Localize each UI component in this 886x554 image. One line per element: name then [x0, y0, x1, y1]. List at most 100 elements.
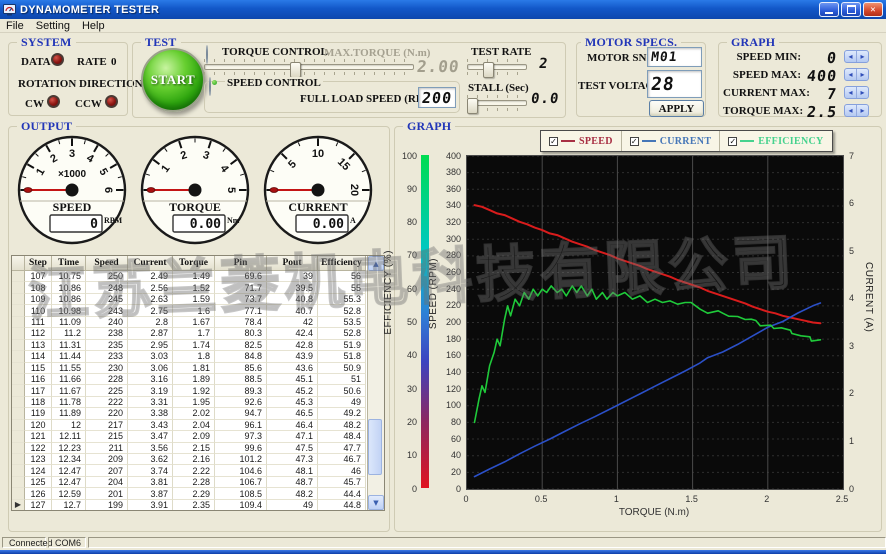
cell-time: 12.59	[52, 488, 86, 499]
table-row[interactable]: 120122173.432.0496.146.448.2	[12, 420, 367, 431]
cell-torque: 2.09	[173, 431, 215, 442]
torque-max-spinner[interactable]: ◂▸	[844, 104, 869, 117]
slider-thumb[interactable]	[290, 62, 301, 78]
column-header-step[interactable]: Step	[25, 256, 52, 271]
spinner-left-arrow-icon[interactable]: ◂	[845, 69, 857, 80]
gauge-pivot	[312, 184, 325, 197]
current-max-label: CURRENT MAX:	[723, 87, 801, 99]
menu-item-setting[interactable]: Setting	[36, 20, 70, 32]
close-button[interactable]: ✕	[863, 2, 883, 17]
legend-checkbox-current[interactable]: ✓	[630, 137, 639, 146]
max-torque-slider[interactable]	[204, 59, 414, 75]
cell-speed: 230	[86, 363, 128, 374]
speed-min-spinner[interactable]: ◂▸	[844, 50, 869, 63]
spinner-left-arrow-icon[interactable]: ◂	[845, 105, 857, 116]
cell-speed: 233	[86, 351, 128, 362]
scroll-down-button[interactable]: ▼	[368, 495, 384, 510]
stall-slider[interactable]	[467, 95, 527, 111]
table-row[interactable]: 10710.752502.491.4969.63956	[12, 271, 367, 282]
cell-torque: 1.52	[173, 282, 215, 293]
column-header-speed[interactable]: Speed	[86, 256, 128, 271]
start-button[interactable]: START	[141, 48, 205, 112]
status-connection: Connected	[2, 537, 46, 548]
cell-current: 3.43	[128, 420, 173, 431]
legend-item-speed[interactable]: ✓ SPEED	[541, 131, 622, 151]
speed-tick-label: 400	[437, 151, 461, 161]
menu-item-file[interactable]: File	[6, 20, 24, 32]
speed-tick-label: 220	[437, 300, 461, 310]
table-row[interactable]: 12612.592013.872.29108.548.244.4	[12, 488, 367, 499]
test-rate-slider[interactable]	[467, 59, 527, 75]
spinner-right-arrow-icon[interactable]: ▸	[857, 51, 868, 62]
column-header-torque[interactable]: Torque	[173, 256, 215, 271]
legend-label: CURRENT	[660, 136, 712, 147]
slider-thumb[interactable]	[467, 98, 478, 114]
table-row[interactable]: 11111.092402.81.6778.44253.5	[12, 317, 367, 328]
legend-checkbox-efficiency[interactable]: ✓	[728, 137, 737, 146]
torque-tick-label: 0	[451, 494, 481, 504]
torque-control-label: TORQUE CONTROL	[222, 46, 328, 58]
legend-item-current[interactable]: ✓ CURRENT	[622, 131, 721, 151]
legend-label: SPEED	[579, 136, 613, 147]
table-row[interactable]: 11611.662283.161.8988.545.151	[12, 374, 367, 385]
cell-current: 3.03	[128, 351, 173, 362]
table-row[interactable]: 11211.22382.871.780.342.452.8	[12, 328, 367, 339]
cell-speed: 199	[86, 500, 128, 510]
speed-max-spinner[interactable]: ◂▸	[844, 68, 869, 81]
apply-button[interactable]: APPLY	[649, 100, 704, 117]
cell-pout: 45.3	[267, 397, 318, 408]
restore-button[interactable]	[841, 2, 861, 17]
table-row[interactable]: 11511.552303.061.8185.643.650.9	[12, 363, 367, 374]
spinner-left-arrow-icon[interactable]: ◂	[845, 51, 857, 62]
column-header-current[interactable]: Current	[128, 256, 173, 271]
current-max-spinner[interactable]: ◂▸	[844, 86, 869, 99]
cell-current: 3.91	[128, 500, 173, 510]
minimize-button[interactable]	[819, 2, 839, 17]
cell-time: 10.86	[52, 294, 86, 305]
speed-control-radio[interactable]	[209, 77, 211, 96]
menu-item-help[interactable]: Help	[82, 20, 105, 32]
table-row[interactable]: 12112.112153.472.0997.347.148.4	[12, 431, 367, 442]
spinner-right-arrow-icon[interactable]: ▸	[857, 105, 868, 116]
spinner-left-arrow-icon[interactable]: ◂	[845, 87, 857, 98]
efficiency-tick-label: 70	[396, 250, 417, 260]
cell-torque: 2.02	[173, 408, 215, 419]
motor-sn-input[interactable]: M01	[647, 47, 702, 67]
table-row[interactable]: 12312.342093.622.16101.247.346.7	[12, 454, 367, 465]
table-row[interactable]: 11911.892203.382.0294.746.549.2	[12, 408, 367, 419]
column-header-pin[interactable]: Pin	[215, 256, 267, 271]
cell-speed: 235	[86, 340, 128, 351]
table-row[interactable]: 11811.782223.311.9592.645.349	[12, 397, 367, 408]
table-row[interactable]: ▶12712.71993.912.35109.44944.8	[12, 500, 367, 510]
full-load-speed-input[interactable]: 200	[418, 87, 456, 108]
cell-efficiency: 49	[318, 397, 366, 408]
cell-pout: 39	[267, 271, 318, 282]
column-header-time[interactable]: Time	[52, 256, 86, 271]
scrollbar-track[interactable]	[368, 271, 384, 495]
stall-value: 0.0	[530, 91, 560, 107]
test-voltage-input[interactable]: 28	[647, 70, 702, 98]
scrollbar-thumb[interactable]	[368, 419, 382, 475]
legend-item-efficiency[interactable]: ✓EFFICIENCY	[720, 131, 831, 151]
spinner-right-arrow-icon[interactable]: ▸	[857, 69, 868, 80]
scroll-up-button[interactable]: ▲	[368, 256, 384, 271]
table-row[interactable]: 10810.862482.561.5271.739.555	[12, 282, 367, 293]
table-row[interactable]: 12512.472043.812.28106.748.745.7	[12, 477, 367, 488]
column-header-pout[interactable]: Pout	[267, 256, 318, 271]
table-row[interactable]: 11411.442333.031.884.843.951.8	[12, 351, 367, 362]
cell-step: 117	[25, 385, 52, 396]
slider-thumb[interactable]	[483, 62, 494, 78]
speed-min-label: SPEED MIN:	[723, 51, 801, 63]
table-row[interactable]: 11010.982432.751.677.140.752.8	[12, 305, 367, 316]
spinner-right-arrow-icon[interactable]: ▸	[857, 87, 868, 98]
table-row[interactable]: 12412.472073.742.22104.648.146	[12, 465, 367, 476]
speed-tick-label: 300	[437, 234, 461, 244]
table-row[interactable]: 11711.672253.191.9289.345.250.6	[12, 385, 367, 396]
table-row[interactable]: 12212.232113.562.1599.647.547.7	[12, 443, 367, 454]
table-row[interactable]: 11311.312352.951.7482.542.851.9	[12, 340, 367, 351]
table-scrollbar[interactable]: ▲ ▼	[367, 256, 384, 510]
menu-bar: File Setting Help	[0, 19, 886, 33]
table-row[interactable]: 10910.862452.631.5973.740.855.3	[12, 294, 367, 305]
legend-checkbox-speed[interactable]: ✓	[549, 137, 558, 146]
column-header-efficiency[interactable]: Efficiency	[318, 256, 366, 271]
